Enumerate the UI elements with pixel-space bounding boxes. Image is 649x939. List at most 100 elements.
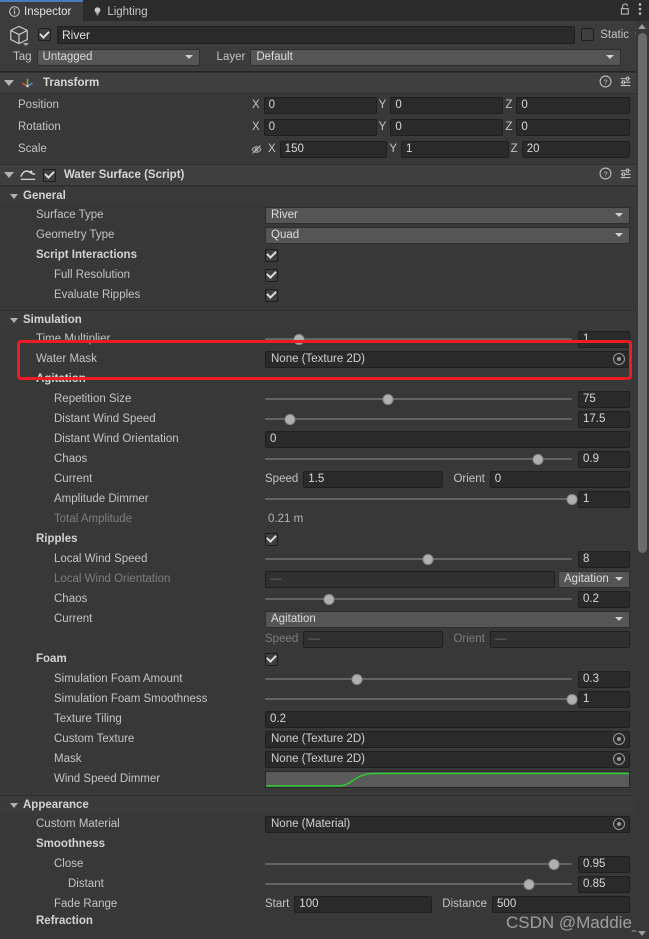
chevron-down-icon: [615, 617, 623, 621]
object-picker-icon[interactable]: [613, 753, 625, 765]
section-appearance[interactable]: Appearance: [0, 795, 649, 814]
row-refraction-group: Refraction: [0, 914, 649, 928]
agitation-current-orient-input[interactable]: 0: [489, 470, 630, 488]
smoothness-distant-slider[interactable]: [265, 876, 572, 892]
smoothness-distant-label: Distant: [68, 878, 104, 890]
geometry-type-dropdown[interactable]: Quad: [265, 226, 630, 244]
scale-z-input[interactable]: 20: [521, 140, 630, 158]
static-label: Static: [600, 28, 629, 41]
local-wind-orientation-mode-dropdown[interactable]: Agitation: [558, 570, 630, 588]
position-z-input[interactable]: 0: [516, 96, 631, 114]
object-picker-icon[interactable]: [613, 353, 625, 365]
scroll-down-arrow[interactable]: [638, 931, 646, 936]
info-icon: [9, 6, 20, 17]
custom-material-object-field[interactable]: None (Material): [265, 815, 630, 833]
layer-dropdown[interactable]: Default: [250, 48, 621, 66]
axis-y-label: Y: [389, 143, 397, 155]
transform-foldout-icon[interactable]: [4, 80, 14, 86]
lock-open-icon[interactable]: [619, 2, 631, 19]
distant-wind-speed-value: 17.5: [583, 413, 606, 425]
static-checkbox[interactable]: [581, 28, 595, 41]
scale-y-input[interactable]: 1: [401, 140, 509, 158]
ripples-chaos-label: Chaos: [54, 593, 88, 605]
scale-x-input[interactable]: 150: [279, 140, 388, 158]
agitation-chaos-value: 0.9: [583, 453, 599, 465]
simulation-foam-smoothness-input[interactable]: 1: [578, 690, 630, 708]
local-wind-speed-input[interactable]: 8: [578, 550, 630, 568]
ripples-current-dropdown[interactable]: Agitation: [265, 610, 630, 628]
kebab-menu-icon[interactable]: [638, 2, 642, 19]
water-surface-component-header[interactable]: Water Surface (Script) ?: [0, 164, 649, 186]
scroll-up-arrow[interactable]: [638, 24, 646, 29]
water-surface-foldout-icon[interactable]: [4, 172, 14, 178]
amplitude-dimmer-label: Amplitude Dimmer: [54, 493, 149, 505]
section-simulation[interactable]: Simulation: [0, 310, 649, 329]
foam-mask-object-field[interactable]: None (Texture 2D): [265, 750, 630, 768]
smoothness-close-slider[interactable]: [265, 856, 572, 872]
preset-icon[interactable]: [619, 167, 632, 183]
smoothness-distant-input[interactable]: 0.85: [578, 875, 630, 893]
water-surface-enabled-checkbox[interactable]: [43, 168, 56, 182]
distant-wind-speed-input[interactable]: 17.5: [578, 410, 630, 428]
surface-type-dropdown[interactable]: River: [265, 206, 630, 224]
foam-checkbox[interactable]: [265, 652, 278, 666]
time-multiplier-slider[interactable]: [265, 331, 572, 347]
object-picker-icon[interactable]: [613, 733, 625, 745]
simulation-foam-amount-slider[interactable]: [265, 671, 572, 687]
object-picker-icon[interactable]: [613, 818, 625, 830]
scrollbar-thumb[interactable]: [638, 33, 647, 553]
simulation-foldout-icon[interactable]: [10, 317, 18, 323]
transform-component-header[interactable]: Transform ?: [0, 72, 649, 94]
local-wind-speed-slider[interactable]: [265, 551, 572, 567]
vertical-scrollbar[interactable]: [636, 21, 649, 939]
position-y-input[interactable]: 0: [390, 96, 504, 114]
simulation-foam-amount-input[interactable]: 0.3: [578, 670, 630, 688]
rotation-z-input[interactable]: 0: [516, 118, 631, 136]
rotation-x-input[interactable]: 0: [263, 118, 377, 136]
fade-range-start-input[interactable]: 100: [294, 895, 433, 913]
agitation-current-speed-input[interactable]: 1.5: [303, 470, 444, 488]
ripples-chaos-input[interactable]: 0.2: [578, 590, 630, 608]
smoothness-close-input[interactable]: 0.95: [578, 855, 630, 873]
water-mask-object-field[interactable]: None (Texture 2D): [265, 350, 630, 368]
simulation-foam-amount-value: 0.3: [583, 673, 599, 685]
constrain-proportions-off-icon[interactable]: [250, 143, 263, 156]
agitation-chaos-input[interactable]: 0.9: [578, 450, 630, 468]
tab-lighting[interactable]: Lighting: [83, 0, 159, 21]
gameobject-name-input[interactable]: River: [57, 25, 576, 44]
preset-icon[interactable]: [619, 75, 632, 91]
distant-wind-speed-slider[interactable]: [265, 411, 572, 427]
repetition-size-input[interactable]: 75: [578, 390, 630, 408]
curve-graph-icon: [266, 772, 629, 787]
script-interactions-checkbox[interactable]: [265, 248, 278, 262]
section-general[interactable]: General: [0, 186, 649, 205]
distant-wind-orientation-input[interactable]: 0: [265, 430, 630, 448]
tag-dropdown[interactable]: Untagged: [36, 48, 200, 66]
texture-tiling-input[interactable]: 0.2: [265, 710, 630, 728]
custom-material-value: None (Material): [271, 818, 351, 830]
axis-z-label: Z: [505, 121, 513, 133]
full-resolution-checkbox[interactable]: [265, 268, 278, 282]
amplitude-dimmer-input[interactable]: 1: [578, 490, 630, 508]
ripples-chaos-slider[interactable]: [265, 591, 572, 607]
ripples-checkbox[interactable]: [265, 532, 278, 546]
general-foldout-icon[interactable]: [10, 193, 18, 199]
agitation-chaos-slider[interactable]: [265, 451, 572, 467]
appearance-foldout-icon[interactable]: [10, 802, 18, 808]
amplitude-dimmer-slider[interactable]: [265, 491, 578, 507]
rotation-y-input[interactable]: 0: [390, 118, 504, 136]
gameobject-enabled-checkbox[interactable]: [38, 28, 51, 41]
position-x-input[interactable]: 0: [263, 96, 377, 114]
tab-inspector[interactable]: Inspector: [0, 0, 84, 21]
fade-range-distance-input[interactable]: 500: [492, 895, 631, 913]
custom-texture-object-field[interactable]: None (Texture 2D): [265, 730, 630, 748]
help-icon[interactable]: ?: [599, 167, 612, 183]
repetition-size-slider[interactable]: [265, 391, 572, 407]
time-multiplier-input[interactable]: 1: [578, 330, 630, 348]
wind-speed-dimmer-curve[interactable]: [265, 770, 630, 788]
layer-value: Default: [256, 51, 293, 63]
help-icon[interactable]: ?: [599, 75, 612, 91]
row-agitation-current: Current Speed 1.5 Orient 0: [0, 469, 649, 489]
simulation-foam-smoothness-slider[interactable]: [265, 691, 578, 707]
evaluate-ripples-checkbox[interactable]: [265, 288, 278, 302]
